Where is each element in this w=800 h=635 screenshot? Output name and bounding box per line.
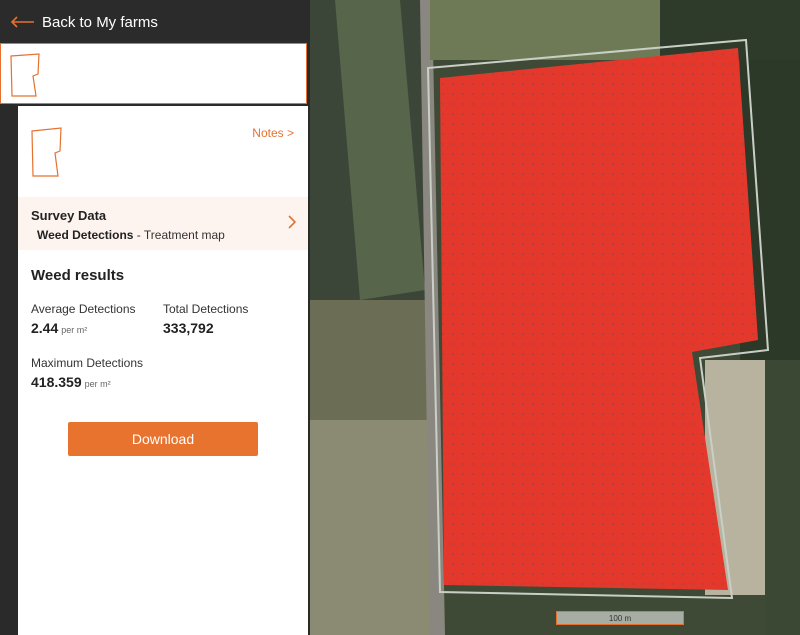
download-button[interactable]: Download	[68, 422, 258, 456]
survey-data-row[interactable]: Survey Data Weed Detections - Treatment …	[18, 197, 308, 250]
survey-title: Survey Data	[31, 208, 107, 223]
maximum-detections-value: 418.359 per m²	[31, 374, 111, 390]
field-details-panel: Notes > Survey Data Weed Detections - Tr…	[18, 106, 308, 635]
top-bar: Back to My farms	[0, 0, 310, 44]
field-outline-icon	[31, 127, 62, 177]
total-detections-label: Total Detections	[163, 302, 249, 316]
survey-type: Weed Detections	[37, 228, 134, 242]
notes-link[interactable]: Notes >	[252, 126, 294, 140]
maximum-detections-label: Maximum Detections	[31, 356, 144, 370]
back-to-farms-link[interactable]: Back to My farms	[42, 14, 158, 31]
average-detections-value: 2.44 per m²	[31, 320, 88, 336]
weed-results-title: Weed results	[31, 267, 125, 284]
average-detections-label: Average Detections	[31, 302, 136, 316]
scale-label: 100 m	[608, 613, 632, 623]
survey-map-type: - Treatment map	[133, 228, 225, 242]
map-scale-bar: 100 m	[556, 611, 684, 625]
farm-card[interactable]	[0, 43, 307, 104]
weed-detection-overlay	[440, 48, 758, 590]
chevron-right-icon	[288, 215, 296, 229]
survey-subtitle: Weed Detections - Treatment map	[37, 228, 225, 242]
back-arrow-icon[interactable]	[6, 0, 40, 44]
total-detections-value: 333,792	[163, 320, 214, 336]
farm-outline-icon	[10, 53, 40, 97]
